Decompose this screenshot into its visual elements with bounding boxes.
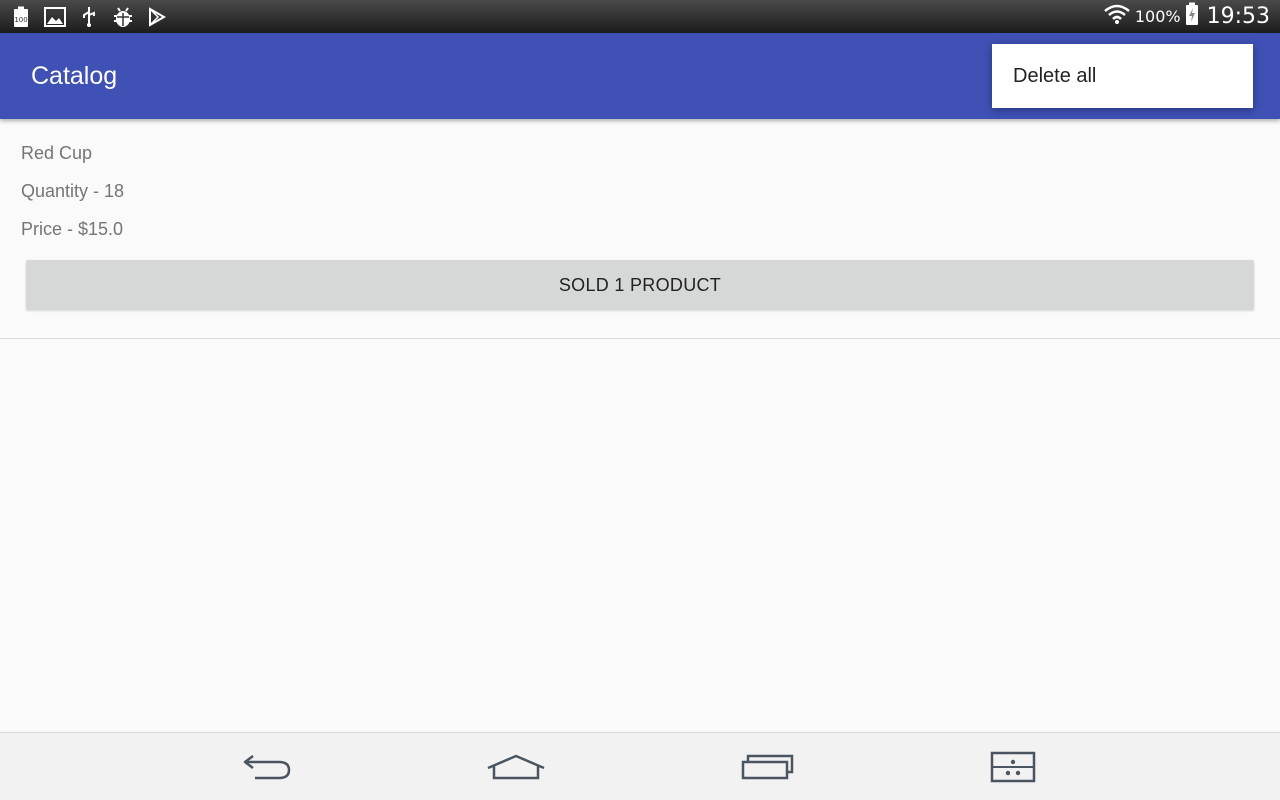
image-icon: [44, 6, 66, 28]
battery-100-icon: 100: [10, 6, 32, 28]
battery-charging-icon: [1185, 2, 1199, 31]
home-icon[interactable]: [486, 747, 546, 787]
system-icons: 100% 19:53: [1103, 2, 1270, 31]
menu-item-delete-all[interactable]: Delete all: [992, 44, 1253, 108]
sold-product-button[interactable]: SOLD 1 PRODUCT: [26, 260, 1254, 310]
product-price: Price - $15.0: [21, 219, 124, 239]
app-title: Catalog: [31, 62, 118, 90]
overflow-menu: Delete all: [992, 44, 1253, 108]
play-store-icon: [146, 6, 168, 28]
clock: 19:53: [1206, 4, 1270, 29]
battery-percent: 100%: [1134, 7, 1181, 26]
wifi-icon: [1103, 3, 1131, 30]
multi-window-icon[interactable]: [983, 747, 1043, 787]
svg-text:100: 100: [14, 16, 27, 24]
recent-apps-icon[interactable]: [736, 747, 796, 787]
list-item[interactable]: Red Cup Quantity - 18 Price - $15.0 SOLD…: [0, 119, 1280, 339]
back-icon[interactable]: [236, 747, 296, 787]
product-quantity: Quantity - 18: [21, 181, 125, 201]
android-debug-icon: [112, 6, 134, 28]
status-bar: 100 100% 19:53: [0, 0, 1280, 33]
product-name: Red Cup: [21, 143, 93, 163]
usb-icon: [78, 6, 100, 28]
navigation-bar: [0, 732, 1280, 800]
notification-icons: 100: [10, 6, 168, 28]
